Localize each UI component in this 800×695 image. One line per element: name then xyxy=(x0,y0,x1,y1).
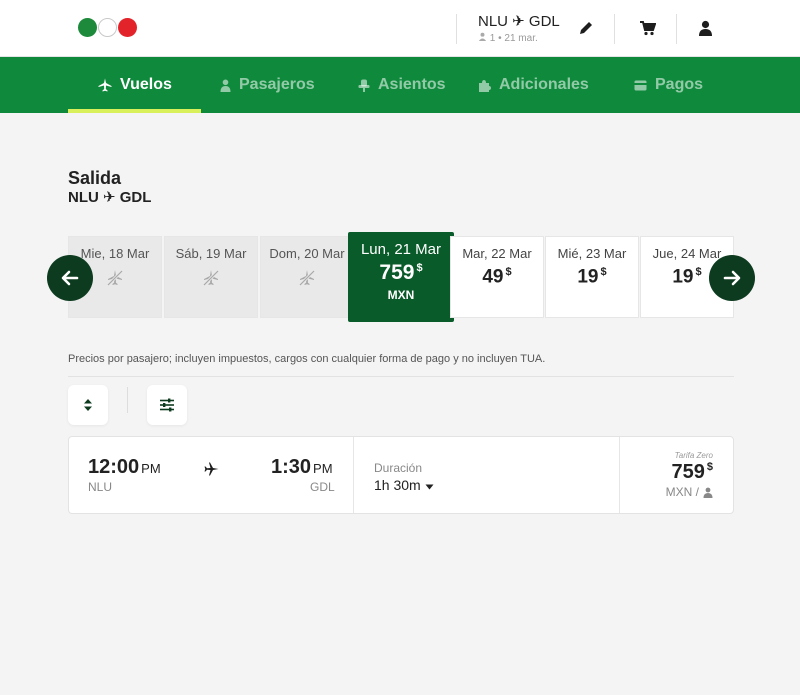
no-flight-icon xyxy=(106,269,124,287)
pencil-icon[interactable] xyxy=(576,18,596,38)
currency-code: MXN xyxy=(387,288,415,302)
no-flight-icon xyxy=(202,269,220,287)
passenger-icon xyxy=(703,487,713,498)
date-option[interactable]: Mar, 22 Mar 49 $ xyxy=(450,236,544,318)
fare-name: Tarifa Zero xyxy=(674,451,713,460)
filter-sliders-icon xyxy=(160,398,174,412)
previous-dates-button[interactable] xyxy=(47,255,93,301)
trip-summary: NLU ✈ GDL 1 • 21 mar. xyxy=(478,12,560,44)
tab-label: Vuelos xyxy=(120,76,172,93)
route-heading: NLU ✈ GDL xyxy=(68,189,152,206)
date-option: Dom, 20 Mar xyxy=(260,236,354,318)
tab-pasajeros[interactable]: Pasajeros xyxy=(220,57,315,113)
tab-asientos[interactable]: Asientos xyxy=(358,57,446,113)
date-label: Dom, 20 Mar xyxy=(269,246,345,261)
header-divider xyxy=(456,14,457,44)
date-price: 759 $ xyxy=(379,261,423,284)
trip-date: 21 mar. xyxy=(504,33,538,44)
duration-value: 1h 30m xyxy=(374,477,421,493)
arrow-right-icon xyxy=(723,270,741,286)
page-title: Salida xyxy=(68,168,122,188)
tab-vuelos[interactable]: Vuelos xyxy=(98,57,172,113)
header-divider xyxy=(614,14,615,44)
duration-label: Duración xyxy=(374,461,423,475)
arrival-time: 1:30 PM xyxy=(271,456,333,478)
date-price: 49 $ xyxy=(482,266,512,288)
date-label: Mar, 22 Mar xyxy=(462,246,532,261)
no-flight-icon xyxy=(298,269,316,287)
date-label: Mié, 23 Mar xyxy=(557,246,627,261)
tab-label: Pasajeros xyxy=(239,76,315,93)
departure-airport: NLU xyxy=(88,480,113,494)
cart-icon[interactable] xyxy=(637,18,657,38)
card-divider xyxy=(619,437,620,513)
date-price: 19 $ xyxy=(577,266,607,288)
date-selector: Mie, 18 Mar Sáb, 19 Mar Dom, 20 Mar Lun,… xyxy=(68,232,734,322)
date-option-selected[interactable]: Lun, 21 Mar 759 $ MXN xyxy=(348,232,454,322)
plane-icon xyxy=(98,78,112,92)
date-option[interactable]: Mié, 23 Mar 19 $ xyxy=(545,236,639,318)
user-icon[interactable] xyxy=(695,18,715,38)
tab-label: Adicionales xyxy=(499,76,589,93)
flight-result-card[interactable]: 12:00 PM NLU 1:30 PM GDL Duración 1h 30m T… xyxy=(68,436,734,514)
trip-route: NLU ✈ GDL xyxy=(478,13,560,30)
card-divider xyxy=(353,437,354,513)
tab-pagos[interactable]: Pagos xyxy=(634,57,703,113)
duration-toggle[interactable]: 1h 30m xyxy=(374,477,434,493)
tab-label: Pagos xyxy=(655,76,704,93)
arrow-left-icon xyxy=(61,270,79,286)
tab-adicionales[interactable]: Adicionales xyxy=(478,57,589,113)
booking-steps-nav: Vuelos Pasajeros Asientos Adicionales Pa… xyxy=(0,57,800,113)
top-header: NLU ✈ GDL 1 • 21 mar. xyxy=(0,0,800,57)
trip-meta: 1 • 21 mar. xyxy=(478,32,560,44)
departure-time: 12:00 PM xyxy=(88,456,161,478)
toolbar-divider xyxy=(127,387,128,413)
passenger-icon xyxy=(478,32,490,44)
arrival-airport: GDL xyxy=(310,480,335,494)
tab-label: Asientos xyxy=(378,76,446,93)
fare-price: 759 $ xyxy=(671,461,714,483)
card-icon xyxy=(634,80,647,91)
active-tab-indicator xyxy=(68,109,201,113)
person-icon xyxy=(220,79,231,92)
divider xyxy=(68,376,734,377)
sort-icon xyxy=(84,399,92,411)
date-option: Sáb, 19 Mar xyxy=(164,236,258,318)
price-per-passenger: MXN / xyxy=(666,485,713,499)
filter-button[interactable] xyxy=(147,385,187,425)
next-dates-button[interactable] xyxy=(709,255,755,301)
date-label: Sáb, 19 Mar xyxy=(175,246,247,261)
plane-icon xyxy=(203,461,219,482)
seat-icon xyxy=(358,79,370,92)
chevron-down-icon xyxy=(425,484,434,490)
puzzle-icon xyxy=(478,79,491,92)
sort-button[interactable] xyxy=(68,385,108,425)
brand-logo[interactable] xyxy=(78,18,138,38)
date-label: Mie, 18 Mar xyxy=(80,246,150,261)
header-divider xyxy=(676,14,677,44)
date-label: Lun, 21 Mar xyxy=(360,241,442,258)
price-disclaimer: Precios por pasajero; incluyen impuestos… xyxy=(68,353,546,365)
passenger-count: 1 xyxy=(489,33,496,44)
